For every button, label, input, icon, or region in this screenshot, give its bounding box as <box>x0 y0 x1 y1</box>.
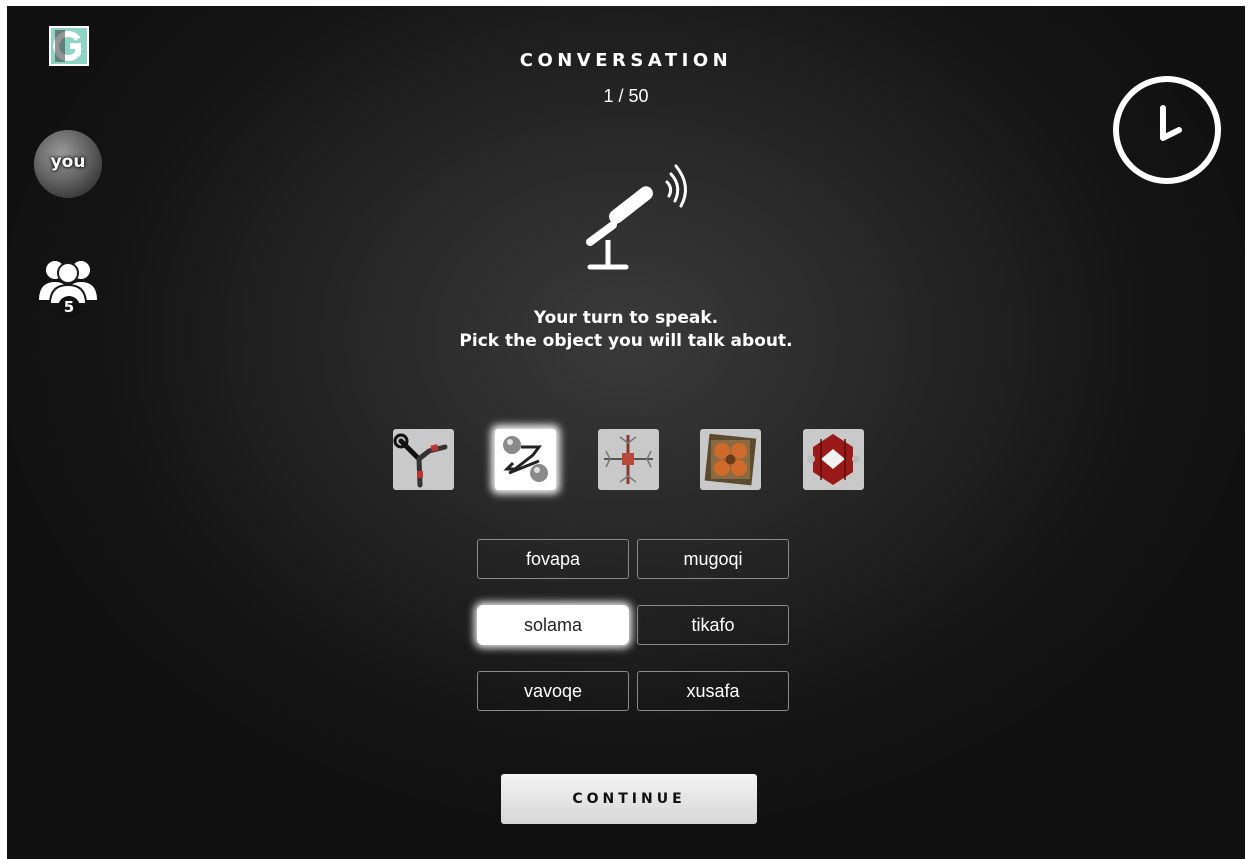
word-option-xusafa[interactable]: xusafa <box>637 671 789 711</box>
player-avatar[interactable]: you <box>34 130 102 198</box>
instruction-line-1: Your turn to speak. <box>533 308 719 328</box>
wrench-tool-object-icon <box>393 433 448 488</box>
word-option-fovapa[interactable]: fovapa <box>477 539 629 579</box>
game-screen: you 5 CONVERSATION 1 / 50 Your turn to s… <box>7 6 1245 859</box>
object-option-2[interactable] <box>495 429 556 490</box>
round-progress: 1 / 50 <box>603 86 649 106</box>
word-option-vavoqe[interactable]: vavoqe <box>477 671 629 711</box>
microphone-icon <box>570 156 700 276</box>
word-option-tikafo[interactable]: tikafo <box>637 605 789 645</box>
four-petal-frame-object-icon <box>704 433 757 486</box>
avatar-label: you <box>50 152 86 172</box>
object-option-1[interactable] <box>393 429 454 490</box>
instruction-line-2: Pick the object you will talk about. <box>459 331 793 351</box>
object-option-4[interactable] <box>700 429 761 490</box>
word-option-mugoqi[interactable]: mugoqi <box>637 539 789 579</box>
continue-button[interactable]: CONTINUE <box>501 774 757 824</box>
page-title: CONVERSATION <box>519 50 733 71</box>
word-option-solama[interactable]: solama <box>477 605 629 645</box>
red-diamond-object-icon <box>807 434 860 485</box>
object-option-5[interactable] <box>803 429 864 490</box>
object-option-3[interactable] <box>598 429 659 490</box>
twin-spheres-object-icon <box>503 436 548 482</box>
cross-rack-object-icon <box>604 435 653 484</box>
